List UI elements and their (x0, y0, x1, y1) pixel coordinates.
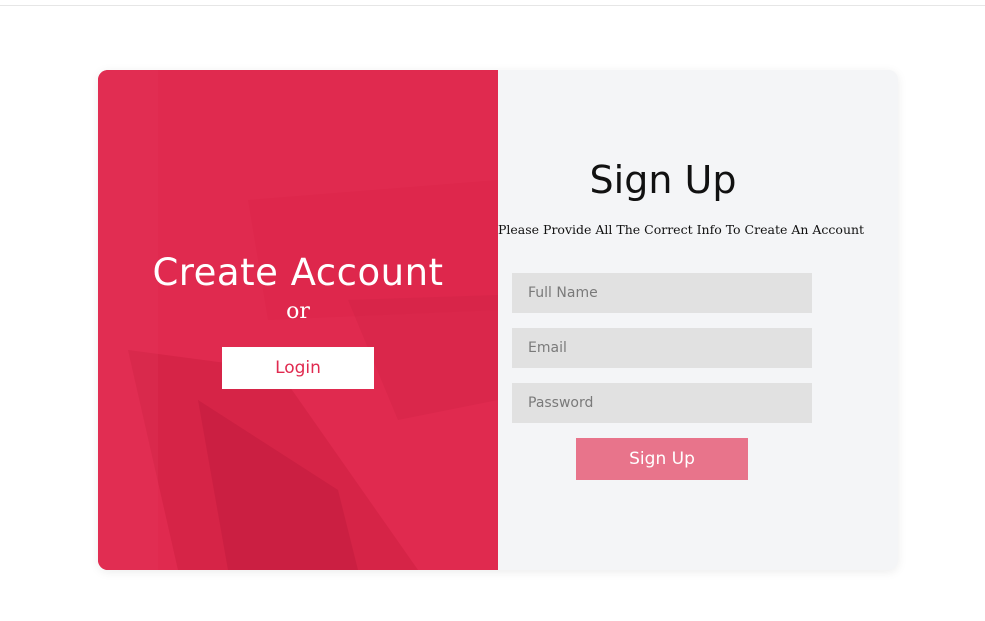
email-input[interactable] (512, 328, 812, 368)
or-separator: or (286, 299, 310, 324)
create-account-content: Create Account or Login (98, 70, 498, 570)
signup-panel: Sign Up Please Provide All The Correct I… (498, 70, 898, 570)
full-name-input[interactable] (512, 273, 812, 313)
signup-title: Sign Up (589, 158, 737, 202)
create-account-title: Create Account (152, 251, 444, 294)
top-divider (0, 5, 985, 6)
signup-button[interactable]: Sign Up (576, 438, 748, 480)
signup-subtitle: Please Provide All The Correct Info To C… (498, 222, 865, 237)
login-button[interactable]: Login (222, 347, 374, 389)
create-account-panel: Create Account or Login (98, 70, 498, 570)
password-input[interactable] (512, 383, 812, 423)
auth-card: Create Account or Login Sign Up Please P… (98, 70, 898, 570)
